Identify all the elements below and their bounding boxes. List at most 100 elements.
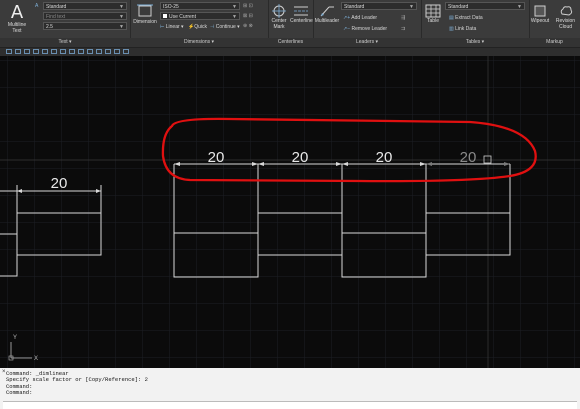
multileader-icon (320, 6, 334, 17)
dimension-text[interactable]: 20 (376, 149, 393, 166)
add-leader-icon: ↗+ (343, 15, 351, 21)
chevron-down-icon: ▼ (119, 4, 124, 10)
chevron-down-icon: ▼ (517, 4, 522, 10)
dim-tool-icon[interactable] (69, 49, 75, 54)
link-data-icon: ▥ (449, 26, 454, 32)
tables-panel-label-text: Tables (465, 39, 481, 45)
dim-style-value: ISO-25 (163, 4, 179, 10)
grid (0, 56, 580, 368)
centerlines-panel: Center Mark Centerline Centerlines (268, 0, 314, 47)
remove-leader-button[interactable]: ↗− Remove Leader (343, 26, 387, 32)
dim-layer-dropdown[interactable]: Use Current ▼ (160, 12, 240, 20)
link-data-button[interactable]: ▥ Link Data (449, 26, 476, 32)
linear-button[interactable]: ⊢ Linear ▾ (160, 24, 184, 30)
tables-panel: Table Standard ▼ ▤ Extract Data ▥ Link Da… (421, 0, 530, 47)
add-leader-label: Add Leader (351, 15, 378, 21)
dimension-icon (137, 4, 153, 17)
dimension-toolstrip (0, 48, 580, 56)
markup-panel-label: Markup (529, 38, 580, 47)
layer-swatch-icon (163, 14, 167, 18)
dim-tool-icon[interactable] (6, 49, 12, 54)
ucs-x-label: X (34, 356, 38, 362)
center-mark-label: Center Mark (271, 18, 287, 30)
dimension-button[interactable]: Dimension (132, 3, 158, 25)
text-style-dropdown[interactable]: Standard ▼ (43, 2, 127, 10)
dim-style-dropdown[interactable]: ISO-25 ▼ (160, 2, 240, 10)
continue-icon: ⊣ (210, 24, 215, 30)
dimensions-panel-label[interactable]: Dimensions ▾ (130, 38, 268, 47)
leader-style-dropdown[interactable]: Standard ▼ (341, 2, 417, 10)
revision-cloud-button[interactable]: Revision Cloud (552, 4, 579, 30)
dim-tool-icon[interactable] (114, 49, 120, 54)
centerline-button[interactable]: Centerline (290, 4, 313, 24)
table-icon (425, 4, 441, 18)
table-style-value: Standard (448, 4, 469, 10)
dim-tool-icon[interactable] (78, 49, 84, 54)
text-height-value: 2.5 (46, 24, 53, 30)
dim-tool-icon[interactable] (87, 49, 93, 54)
remove-leader-label: Remove Leader (351, 26, 388, 32)
quick-button[interactable]: ⚡Quick (188, 24, 207, 30)
wipeout-button[interactable]: Wipeout (529, 4, 551, 24)
multileader-label: Multileader (314, 18, 340, 24)
dim-update-icon[interactable]: ⊠ ⊟ (243, 13, 253, 19)
dimension-text[interactable]: 20 (208, 149, 225, 166)
text-panel-label-text: Text (58, 39, 68, 45)
tables-panel-label[interactable]: Tables ▾ (421, 38, 529, 47)
command-line-window: × Command: _dimlinear Specify scale facto… (0, 368, 580, 409)
dim-tool-icon[interactable] (123, 49, 129, 54)
centerline-icon (294, 6, 308, 16)
align-leader-icon[interactable]: ⇶ (401, 15, 405, 21)
chevron-down-icon: ▼ (119, 14, 124, 20)
text-height-dropdown[interactable]: 2.5 ▼ (43, 22, 127, 30)
revision-cloud-label: Revision Cloud (555, 18, 576, 30)
dim-tool-icon[interactable] (15, 49, 21, 54)
command-input[interactable] (3, 401, 577, 409)
find-text-field[interactable]: Find text ▼ (43, 12, 127, 20)
dimension-text-preview[interactable]: 20 (460, 149, 477, 166)
drawing-svg[interactable]: 20 20 20 20 20 Y X (0, 56, 580, 368)
centerlines-panel-label: Centerlines (268, 38, 313, 47)
text-style-value: Standard (46, 4, 67, 10)
add-leader-button[interactable]: ↗+ Add Leader (343, 15, 377, 21)
dim-break-icon[interactable]: ⊕ ⊗ (243, 23, 253, 29)
leaders-panel-label[interactable]: Leaders ▾ (313, 38, 421, 47)
dim-tool-icon[interactable] (105, 49, 111, 54)
center-mark-button[interactable]: Center Mark (270, 4, 288, 30)
continue-button[interactable]: ⊣ Continue ▾ (210, 24, 240, 30)
dim-tool-icon[interactable] (33, 49, 39, 54)
close-icon[interactable]: × (2, 369, 6, 375)
dimension-text[interactable]: 20 (51, 175, 68, 192)
chevron-down-icon: ▼ (409, 4, 414, 10)
table-style-dropdown[interactable]: Standard ▼ (445, 2, 525, 10)
quick-label: Quick (194, 24, 208, 30)
linear-label: Linear (165, 24, 180, 30)
dim-tool-icon[interactable] (96, 49, 102, 54)
ucs-y-label: Y (13, 335, 17, 341)
dim-tool-icon[interactable] (51, 49, 57, 54)
leader-style-value: Standard (344, 4, 365, 10)
dim-tool-icon[interactable] (42, 49, 48, 54)
dimension-text[interactable]: 20 (292, 149, 309, 166)
collect-leader-icon[interactable]: ⇉ (401, 26, 405, 32)
table-label: Table (427, 18, 439, 24)
dim-tool-icon[interactable] (60, 49, 66, 54)
chevron-down-icon: ▼ (119, 24, 124, 30)
multileader-button[interactable]: Multileader (314, 4, 340, 24)
command-history-line: Command: (6, 388, 33, 396)
use-current-value: Use Current (169, 14, 196, 20)
leaders-panel: Multileader Standard ▼ ↗+ Add Leader ↗− R… (313, 0, 422, 47)
drawing-canvas[interactable]: 20 20 20 20 20 Y X (0, 56, 580, 368)
dimension-label: Dimension (133, 19, 157, 25)
dim-tools-icon[interactable]: ⊞ ⊡ (243, 3, 253, 9)
remove-leader-icon: ↗− (343, 26, 351, 32)
dimensions-panel: Dimension ISO-25 ▼ Use Current ▼ ⊢ Linear … (130, 0, 269, 47)
continue-label: Continue (215, 24, 236, 30)
multiline-text-button[interactable]: A Multiline Text (4, 3, 30, 34)
dim-tool-icon[interactable] (24, 49, 30, 54)
extract-data-button[interactable]: ▤ Extract Data (449, 15, 483, 21)
text-panel-label[interactable]: Text ▾ (0, 38, 130, 47)
centerline-label: Centerline (290, 18, 313, 24)
table-button[interactable]: Table (423, 4, 443, 24)
ribbon: A Multiline Text A Standard ▼ Find text ▼ … (0, 0, 580, 48)
